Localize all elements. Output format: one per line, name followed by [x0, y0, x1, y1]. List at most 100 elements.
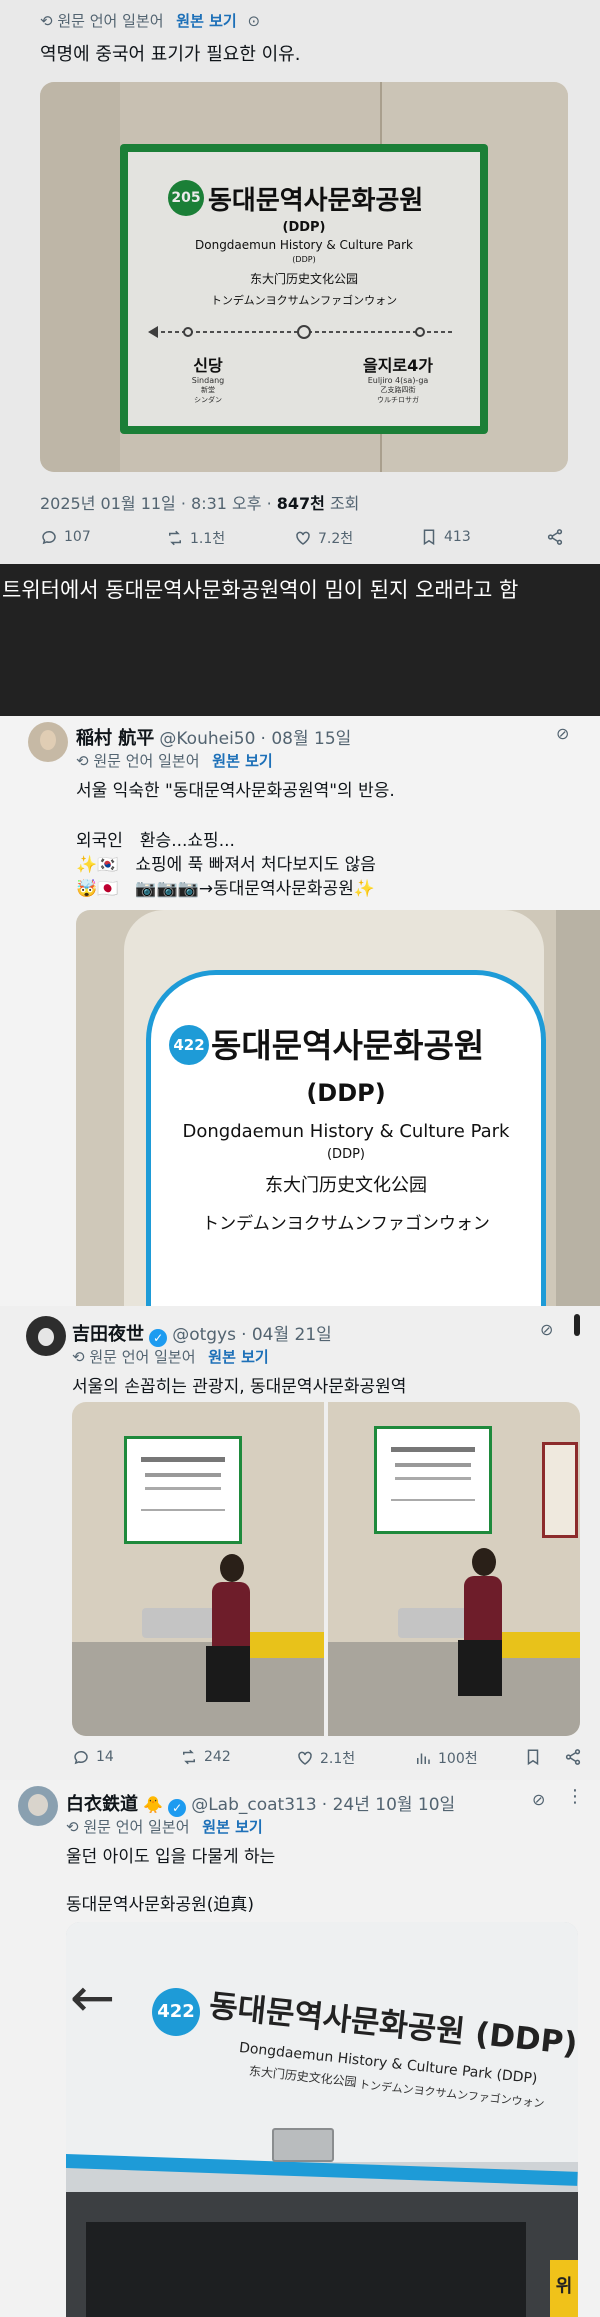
translate-icon: ⟲: [40, 12, 53, 30]
grok-icon[interactable]: ⊘: [532, 1790, 545, 1809]
view-count: 847천: [276, 494, 325, 513]
heart-icon: [296, 531, 310, 545]
author-handle[interactable]: @Lab_coat313: [191, 1795, 316, 1815]
side-sign: 위: [550, 2260, 578, 2317]
reply-count: 14: [96, 1749, 114, 1765]
verified-badge-icon: ✓: [149, 1329, 168, 1347]
bookmark-count: 413: [444, 529, 471, 545]
train-window: [86, 2222, 526, 2317]
bookmark-button[interactable]: 413: [420, 528, 471, 546]
analytics-icon: [417, 1753, 430, 1764]
view-original-link[interactable]: 원본 보기: [212, 752, 272, 770]
station-english-ddp: (DDP): [326, 1147, 365, 1162]
grok-icon[interactable]: ⊘: [556, 724, 569, 743]
tweet-3: 吉田夜世 ✓ @otgys · 04월 21일 ⊘ ⟲ 원문 언어 일본어 원본…: [0, 1306, 600, 1780]
person-head: [472, 1548, 496, 1576]
author-name[interactable]: 吉田夜世: [72, 1324, 144, 1345]
tweet-header: 吉田夜世 ✓ @otgys · 04월 21일: [72, 1320, 332, 1347]
line-number-badge: 422: [152, 1988, 200, 2036]
reply-button[interactable]: 107: [40, 528, 91, 546]
station-name-english: Dongdaemun History & Culture Park: [182, 1121, 510, 1142]
avatar-face: [38, 1328, 54, 1346]
gear-icon[interactable]: ⊙: [248, 12, 261, 30]
tweet-photo[interactable]: 205 동대문역사문화공원 (DDP) Dongdaemun History &…: [40, 82, 568, 472]
retweet-count: 242: [204, 1749, 231, 1765]
timestamp: 2025년 01월 11일 · 8:31 오후 ·: [40, 494, 277, 513]
author-name[interactable]: 稲村 航平: [76, 728, 154, 749]
grok-icon[interactable]: ⊘: [540, 1320, 553, 1339]
retweet-icon: [183, 1749, 195, 1765]
translate-icon: ⟲: [72, 1348, 85, 1366]
like-button[interactable]: 7.2천: [294, 528, 353, 548]
translation-bar: ⟲ 원문 언어 일본어 원본 보기: [76, 750, 273, 771]
station-sign: [374, 1426, 492, 1534]
caption-text: 트위터에서 동대문역사문화공원역이 밈이 된지 오래라고 함: [2, 578, 519, 602]
tweet-photo[interactable]: ← 422 동대문역사문화공원 (DDP) Dongdaemun History…: [66, 1922, 578, 2317]
tweet-text-line-3: ✨🇰🇷 쇼핑에 푹 빠져서 처다보지도 않음: [76, 855, 376, 875]
verified-badge-icon: ✓: [168, 1799, 187, 1817]
avatar[interactable]: [18, 1786, 58, 1826]
translation-bar: ⟲ 원문 언어 일본어 원본 보기: [66, 1816, 263, 1837]
station-ddp: (DDP): [306, 1079, 386, 1107]
tweet-header: 稲村 航平 @Kouhei50 · 08월 15일: [76, 724, 351, 750]
heart-icon: [298, 1751, 312, 1765]
station-sign: [124, 1436, 242, 1544]
view-suffix: 조회: [324, 494, 360, 513]
like-count: 7.2천: [318, 531, 354, 547]
tweet-4: 白衣鉄道 🐥 ✓ @Lab_coat313 · 24년 10월 10일 ⊘ ⋮ …: [0, 1780, 600, 2317]
avatar-face: [28, 1794, 48, 1816]
tweet-header: 白衣鉄道 🐥 ✓ @Lab_coat313 · 24년 10월 10일: [66, 1790, 455, 1817]
author-handle[interactable]: @Kouhei50: [159, 729, 255, 749]
share-button[interactable]: [546, 528, 564, 546]
tweet-photo[interactable]: 422 동대문역사문화공원 (DDP) Dongdaemun History &…: [76, 910, 600, 1306]
bookmark-button[interactable]: [524, 1748, 542, 1766]
tweet-date[interactable]: · 08월 15일: [261, 729, 352, 749]
retweet-button[interactable]: 1.1천: [166, 528, 225, 548]
caption-banner: 트위터에서 동대문역사문화공원역이 밈이 된지 오래라고 함: [0, 564, 600, 720]
retweet-button[interactable]: 242: [180, 1748, 231, 1766]
sign-line: [145, 1487, 221, 1490]
tweet-1: ⟲ 원문 언어 일본어 원본 보기 ⊙ 역명에 중국어 표기가 필요한 이유. …: [0, 0, 600, 564]
station-name-japanese: トンデムンヨクサムンファゴンウォン: [202, 1214, 490, 1234]
person-legs: [206, 1646, 250, 1702]
person-legs: [458, 1640, 502, 1696]
share-icon: [565, 1749, 581, 1765]
translation-label: 원문 언어 일본어: [93, 752, 200, 770]
person-body: [464, 1576, 502, 1646]
avatar-face: [40, 730, 56, 750]
timestamp-line: 2025년 01월 11일 · 8:31 오후 · 847천 조회: [40, 490, 359, 514]
share-button[interactable]: [564, 1748, 582, 1766]
view-original-link[interactable]: 원본 보기: [202, 1818, 262, 1836]
sign-line: [141, 1457, 225, 1462]
tweet-date[interactable]: · 04월 21일: [241, 1325, 332, 1345]
avatar[interactable]: [28, 722, 68, 762]
tweet-photo-left[interactable]: [72, 1402, 324, 1736]
avatar[interactable]: [26, 1316, 66, 1356]
bookmark-icon: [423, 529, 435, 546]
sign-line: [145, 1473, 221, 1477]
author-name[interactable]: 白衣鉄道: [66, 1794, 138, 1815]
view-original-link[interactable]: 원본 보기: [176, 12, 236, 30]
views-button[interactable]: 100천: [414, 1748, 478, 1768]
like-count: 2.1천: [320, 1751, 356, 1767]
tweet-text-line-1: 울던 아이도 입을 다물게 하는: [66, 1847, 276, 1867]
tweet-date[interactable]: · 24년 10월 10일: [322, 1795, 455, 1815]
view-original-link[interactable]: 원본 보기: [208, 1348, 268, 1366]
station-name-korean: 동대문역사문화공원: [211, 1026, 485, 1065]
retweet-icon: [169, 530, 181, 546]
translation-bar: ⟲ 원문 언어 일본어 원본 보기 ⊙: [40, 10, 260, 31]
reply-button[interactable]: 14: [72, 1748, 114, 1766]
translation-bar: ⟲ 원문 언어 일본어 원본 보기: [72, 1346, 269, 1367]
like-button[interactable]: 2.1천: [296, 1748, 355, 1768]
line-number-badge: 422: [169, 1025, 209, 1065]
author-handle[interactable]: @otgys: [172, 1325, 236, 1345]
person-body: [212, 1582, 250, 1652]
station-name-chinese: 东大门历史文化公园: [265, 1175, 427, 1196]
tweet-text-line-2: 외국인 환승...쇼핑...: [76, 831, 235, 851]
more-icon[interactable]: [574, 1314, 580, 1336]
tweet-photo-right[interactable]: [328, 1402, 580, 1736]
station-sign: 422 동대문역사문화공원 (DDP) Dongdaemun History &…: [146, 970, 546, 1306]
bookmark-icon: [527, 1749, 539, 1766]
more-icon[interactable]: ⋮: [566, 1786, 584, 1807]
share-icon: [547, 529, 563, 545]
